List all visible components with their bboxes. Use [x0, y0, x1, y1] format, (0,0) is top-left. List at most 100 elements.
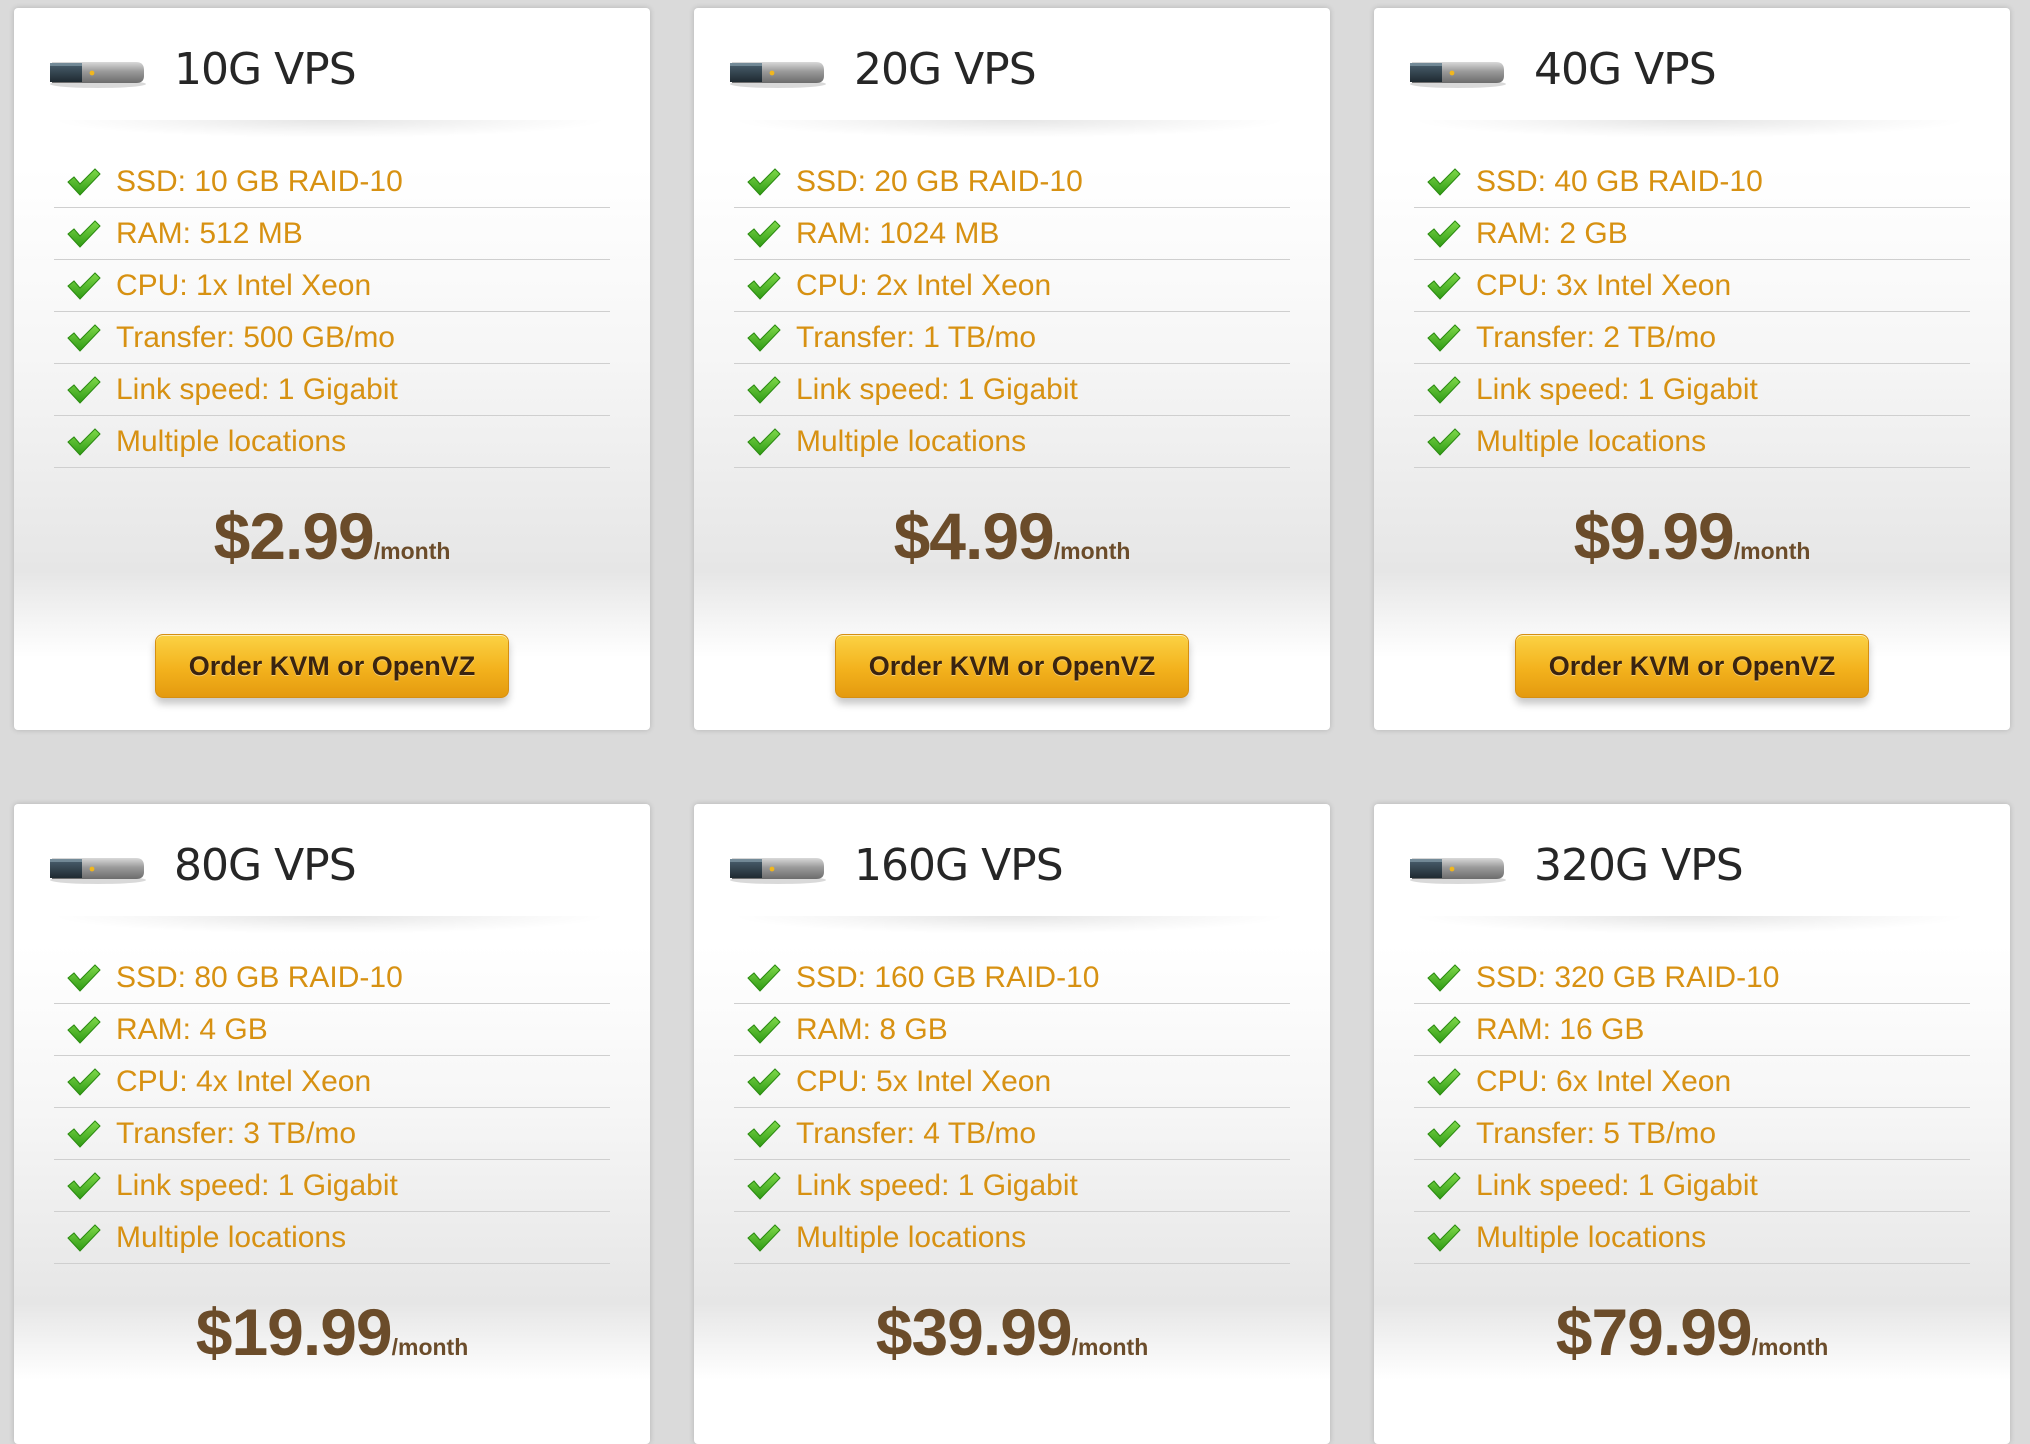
check-icon [746, 1223, 782, 1253]
feature-item: SSD: 160 GB RAID-10 [734, 952, 1290, 1004]
price-unit: /month [1071, 1334, 1149, 1360]
feature-item: Transfer: 5 TB/mo [1414, 1108, 1970, 1160]
check-icon [746, 167, 782, 197]
check-icon [66, 963, 102, 993]
price: $9.99/month [1374, 498, 2010, 574]
check-icon [1426, 219, 1462, 249]
price-unit: /month [1733, 538, 1811, 564]
plan-title: 10G VPS [174, 44, 357, 95]
check-icon [1426, 375, 1462, 405]
feature-text: Multiple locations [796, 1220, 1027, 1254]
feature-text: SSD: 320 GB RAID-10 [1476, 960, 1780, 994]
feature-text: Transfer: 4 TB/mo [796, 1116, 1037, 1150]
plan-card: 40G VPS SSD: 40 GB RAID-10 RAM: 2 GB CPU… [1374, 8, 2010, 730]
check-icon [746, 219, 782, 249]
feature-text: Transfer: 5 TB/mo [1476, 1116, 1717, 1150]
feature-item: RAM: 512 MB [54, 208, 610, 260]
feature-item: SSD: 10 GB RAID-10 [54, 156, 610, 208]
feature-list: SSD: 10 GB RAID-10 RAM: 512 MB CPU: 1x I… [54, 156, 610, 468]
plan-title: 20G VPS [854, 44, 1037, 95]
server-icon [1408, 54, 1506, 88]
check-icon [746, 963, 782, 993]
check-icon [66, 1171, 102, 1201]
price-amount: $19.99 [195, 1295, 393, 1369]
feature-item: Transfer: 1 TB/mo [734, 312, 1290, 364]
feature-item: Link speed: 1 Gigabit [54, 364, 610, 416]
price-amount: $39.99 [875, 1295, 1073, 1369]
price: $4.99/month [694, 498, 1330, 574]
check-icon [66, 271, 102, 301]
feature-list: SSD: 160 GB RAID-10 RAM: 8 GB CPU: 5x In… [734, 952, 1290, 1264]
feature-item: Transfer: 4 TB/mo [734, 1108, 1290, 1160]
check-icon [746, 271, 782, 301]
plan-card: 320G VPS SSD: 320 GB RAID-10 RAM: 16 GB … [1374, 804, 2010, 1444]
feature-item: Transfer: 2 TB/mo [1414, 312, 1970, 364]
feature-text: CPU: 4x Intel Xeon [116, 1064, 372, 1098]
plan-title: 40G VPS [1534, 44, 1717, 95]
check-icon [66, 1223, 102, 1253]
feature-text: CPU: 3x Intel Xeon [1476, 268, 1732, 302]
feature-text: Multiple locations [116, 1220, 347, 1254]
plan-card: 20G VPS SSD: 20 GB RAID-10 RAM: 1024 MB … [694, 8, 1330, 730]
feature-text: Link speed: 1 Gigabit [1476, 1168, 1758, 1202]
feature-text: RAM: 4 GB [116, 1012, 268, 1046]
feature-item: RAM: 2 GB [1414, 208, 1970, 260]
server-icon [1408, 850, 1506, 884]
check-icon [746, 323, 782, 353]
plan-header: 40G VPS [1374, 8, 2010, 138]
feature-text: Multiple locations [116, 424, 347, 458]
order-button[interactable]: Order KVM or OpenVZ [155, 634, 509, 698]
check-icon [66, 1015, 102, 1045]
server-icon [48, 850, 146, 884]
check-icon [66, 323, 102, 353]
server-icon [48, 54, 146, 88]
feature-text: SSD: 160 GB RAID-10 [796, 960, 1100, 994]
feature-text: Link speed: 1 Gigabit [796, 1168, 1078, 1202]
feature-text: Transfer: 500 GB/mo [116, 320, 395, 354]
check-icon [746, 375, 782, 405]
check-icon [66, 1119, 102, 1149]
feature-item: Link speed: 1 Gigabit [734, 364, 1290, 416]
plan-card: 80G VPS SSD: 80 GB RAID-10 RAM: 4 GB CPU… [14, 804, 650, 1444]
price: $39.99/month [694, 1294, 1330, 1370]
plan-card: 10G VPS SSD: 10 GB RAID-10 RAM: 512 MB C… [14, 8, 650, 730]
feature-item: RAM: 16 GB [1414, 1004, 1970, 1056]
server-icon [728, 850, 826, 884]
price: $2.99/month [14, 498, 650, 574]
feature-list: SSD: 20 GB RAID-10 RAM: 1024 MB CPU: 2x … [734, 156, 1290, 468]
check-icon [66, 1067, 102, 1097]
plan-header: 20G VPS [694, 8, 1330, 138]
feature-text: SSD: 10 GB RAID-10 [116, 164, 403, 198]
check-icon [1426, 1171, 1462, 1201]
feature-text: Multiple locations [1476, 424, 1707, 458]
feature-item: RAM: 4 GB [54, 1004, 610, 1056]
feature-item: SSD: 40 GB RAID-10 [1414, 156, 1970, 208]
check-icon [746, 1067, 782, 1097]
feature-text: RAM: 512 MB [116, 216, 303, 250]
feature-item: Link speed: 1 Gigabit [1414, 1160, 1970, 1212]
check-icon [746, 1171, 782, 1201]
feature-text: SSD: 20 GB RAID-10 [796, 164, 1083, 198]
check-icon [1426, 1119, 1462, 1149]
feature-item: CPU: 2x Intel Xeon [734, 260, 1290, 312]
feature-item: Link speed: 1 Gigabit [54, 1160, 610, 1212]
feature-item: CPU: 6x Intel Xeon [1414, 1056, 1970, 1108]
feature-text: Transfer: 2 TB/mo [1476, 320, 1717, 354]
check-icon [66, 375, 102, 405]
feature-item: Multiple locations [54, 1212, 610, 1264]
plan-card: 160G VPS SSD: 160 GB RAID-10 RAM: 8 GB C… [694, 804, 1330, 1444]
order-button[interactable]: Order KVM or OpenVZ [1515, 634, 1869, 698]
feature-text: Multiple locations [796, 424, 1027, 458]
plan-header: 80G VPS [14, 804, 650, 934]
plan-header: 160G VPS [694, 804, 1330, 934]
feature-text: Link speed: 1 Gigabit [116, 372, 398, 406]
order-button[interactable]: Order KVM or OpenVZ [835, 634, 1189, 698]
server-icon [728, 54, 826, 88]
price: $79.99/month [1374, 1294, 2010, 1370]
price: $19.99/month [14, 1294, 650, 1370]
feature-text: Transfer: 3 TB/mo [116, 1116, 357, 1150]
feature-text: RAM: 8 GB [796, 1012, 948, 1046]
feature-text: RAM: 16 GB [1476, 1012, 1645, 1046]
feature-item: Transfer: 3 TB/mo [54, 1108, 610, 1160]
feature-text: Link speed: 1 Gigabit [1476, 372, 1758, 406]
